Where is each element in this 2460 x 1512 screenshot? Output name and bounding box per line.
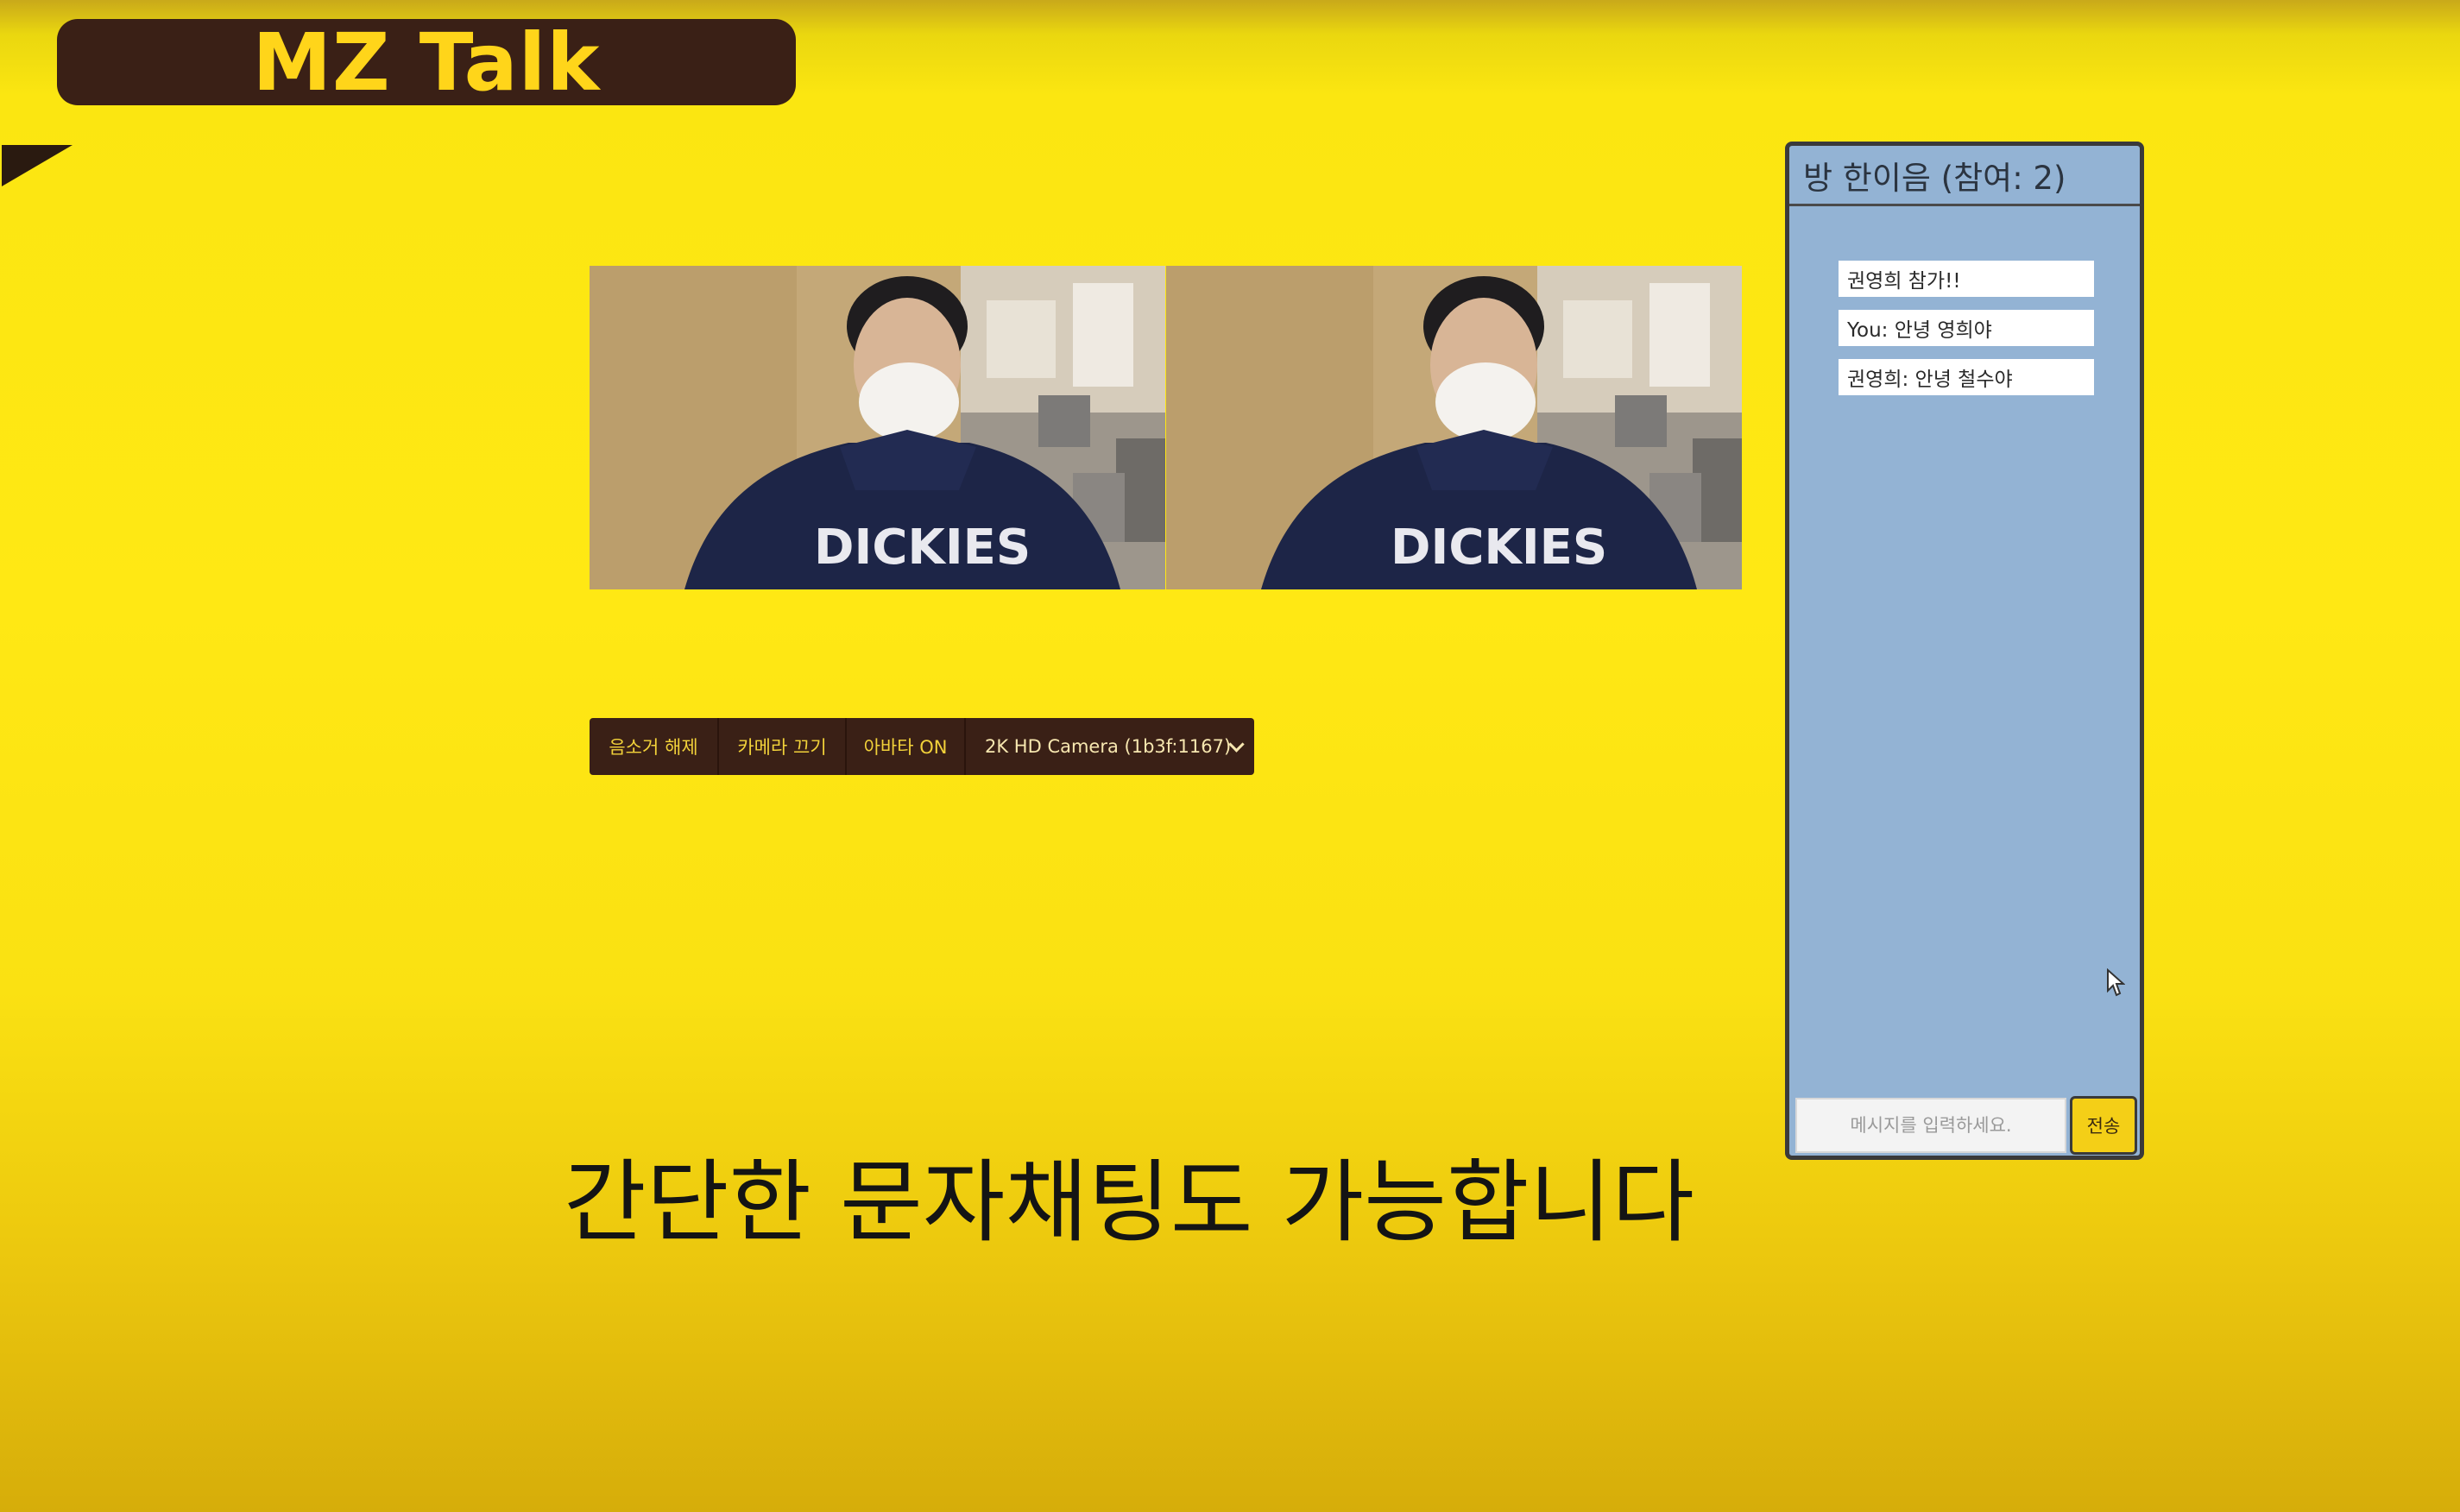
chat-message: 권영희: 안녕 철수야 (1839, 359, 2094, 395)
camera-select[interactable]: 2K HD Camera (1b3f:1167) (966, 718, 1254, 775)
svg-text:DICKIES: DICKIES (814, 520, 1031, 576)
mouse-cursor-icon (2107, 968, 2125, 997)
chat-room-header: 방 한이음 (참여: 2) (1789, 146, 2140, 206)
app-title: MZ Talk (252, 16, 601, 109)
local-video: DICKIES (590, 266, 1165, 589)
video-subtitle: 간단한 문자채팅도 가능합니다 (564, 1149, 1694, 1255)
webcam-frame-remote: DICKIES (1166, 266, 1742, 589)
webcam-frame-local: DICKIES (590, 266, 1165, 589)
avatar-toggle-button[interactable]: 아바타 ON (847, 718, 966, 775)
camera-select-value: 2K HD Camera (1b3f:1167) (985, 736, 1232, 757)
svg-text:DICKIES: DICKIES (1391, 520, 1607, 576)
chat-message: You: 안녕 영희야 (1839, 310, 2094, 346)
unmute-button[interactable]: 음소거 해제 (590, 718, 719, 775)
call-controls: 음소거 해제 카메라 끄기 아바타 ON 2K HD Camera (1b3f:… (590, 718, 1254, 775)
remote-video: DICKIES (1166, 266, 1742, 589)
camera-off-button[interactable]: 카메라 끄기 (719, 718, 847, 775)
chat-message: 권영희 참가!! (1839, 261, 2094, 297)
chat-message-input[interactable] (1795, 1098, 2066, 1153)
send-button[interactable]: 전송 (2070, 1096, 2137, 1155)
corner-arrow-icon (2, 145, 73, 186)
